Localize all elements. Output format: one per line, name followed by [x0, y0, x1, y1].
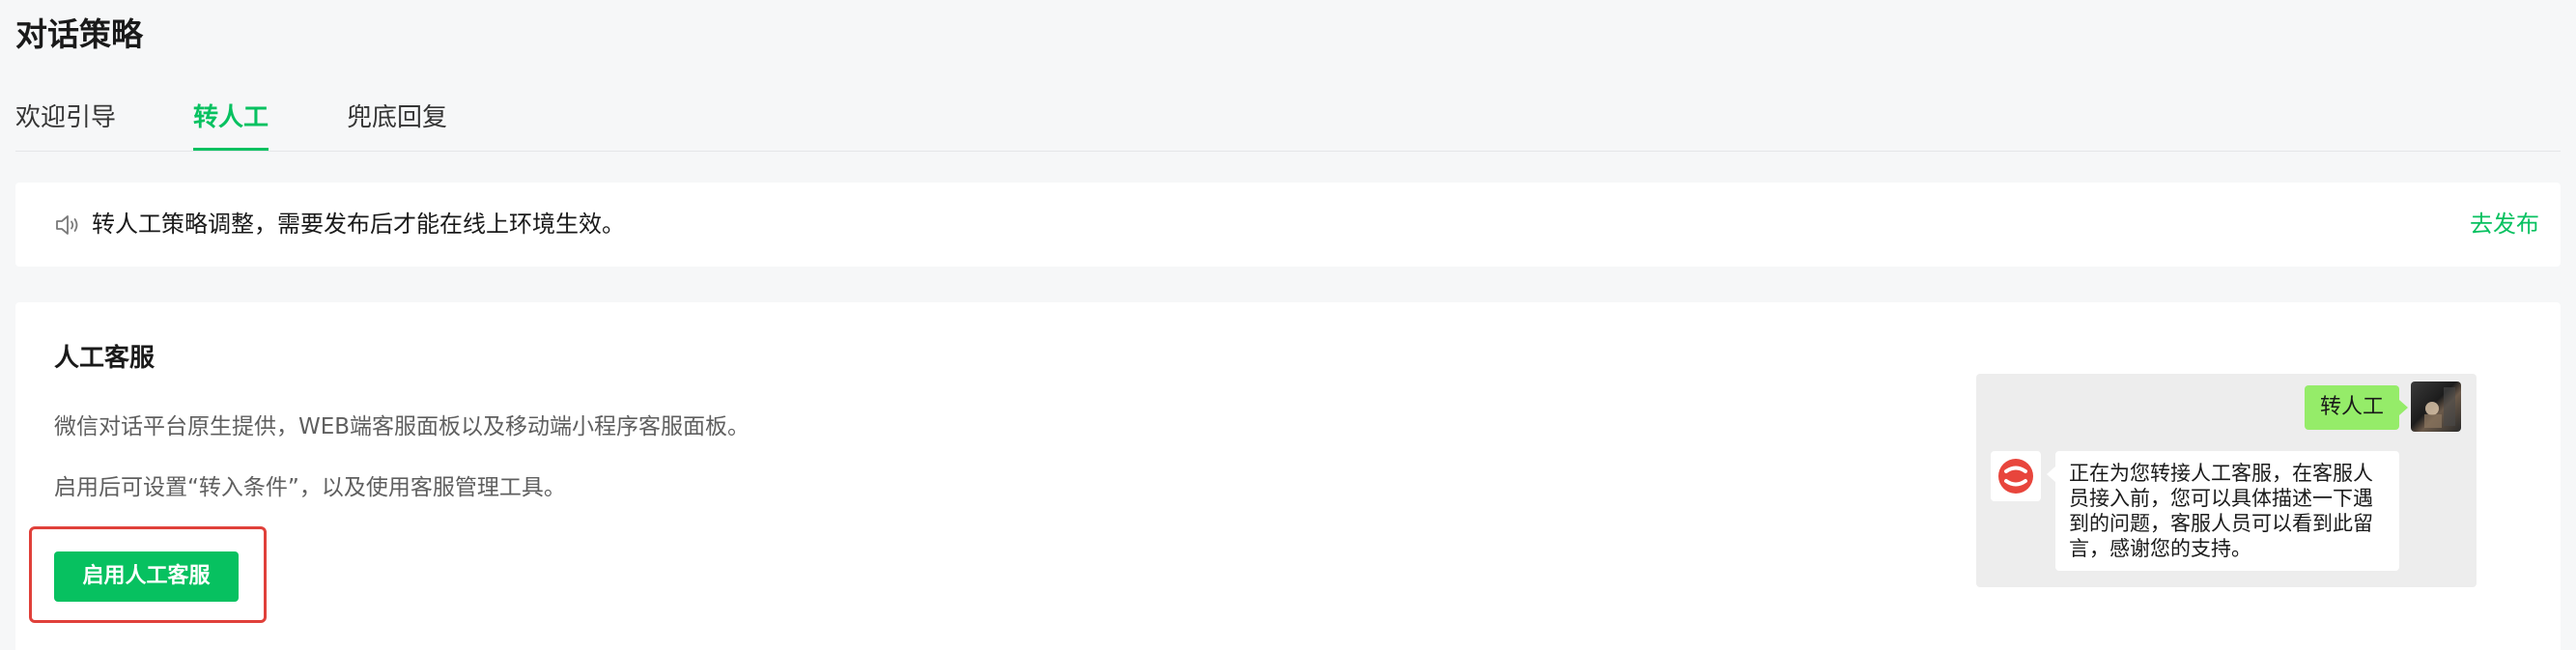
card-description-1: 微信对话平台原生提供，WEB端客服面板以及移动端小程序客服面板。 [54, 414, 750, 439]
human-service-card: 人工客服 微信对话平台原生提供，WEB端客服面板以及移动端小程序客服面板。 启用… [15, 302, 2561, 650]
user-message-bubble: 转人工 [2304, 385, 2409, 430]
page-title: 对话策略 [15, 15, 143, 53]
tab-welcome-guide[interactable]: 欢迎引导 [15, 100, 116, 151]
tab-transfer-human[interactable]: 转人工 [193, 100, 269, 151]
speaker-icon [54, 212, 81, 239]
page: 对话策略 欢迎引导 转人工 兜底回复 转人工策略调整，需要发布后才能在线上环境生… [0, 0, 2576, 650]
tab-bar: 欢迎引导 转人工 兜底回复 [15, 95, 2561, 152]
notice-text: 转人工策略调整，需要发布后才能在线上环境生效。 [92, 211, 625, 238]
publish-notice-bar: 转人工策略调整，需要发布后才能在线上环境生效。 去发布 [15, 183, 2561, 267]
tab-fallback-reply[interactable]: 兜底回复 [347, 100, 447, 151]
user-avatar [2411, 382, 2461, 432]
bot-message-bubble: 正在为您转接人工客服，在客服人员接入前，您可以具体描述一下遇到的问题，客服人员可… [2047, 451, 2399, 571]
bot-logo-icon [1991, 451, 2041, 501]
card-title: 人工客服 [54, 344, 156, 373]
card-description-2: 启用后可设置“转入条件”，以及使用客服管理工具。 [54, 475, 566, 500]
enable-human-service-button[interactable]: 启用人工客服 [54, 551, 239, 602]
go-publish-link[interactable]: 去发布 [2470, 207, 2539, 241]
chat-preview: 转人工 正在为您转接人工客服，在客服人员接入前，您可以具体描述一下遇到的问题，客… [1976, 374, 2477, 587]
